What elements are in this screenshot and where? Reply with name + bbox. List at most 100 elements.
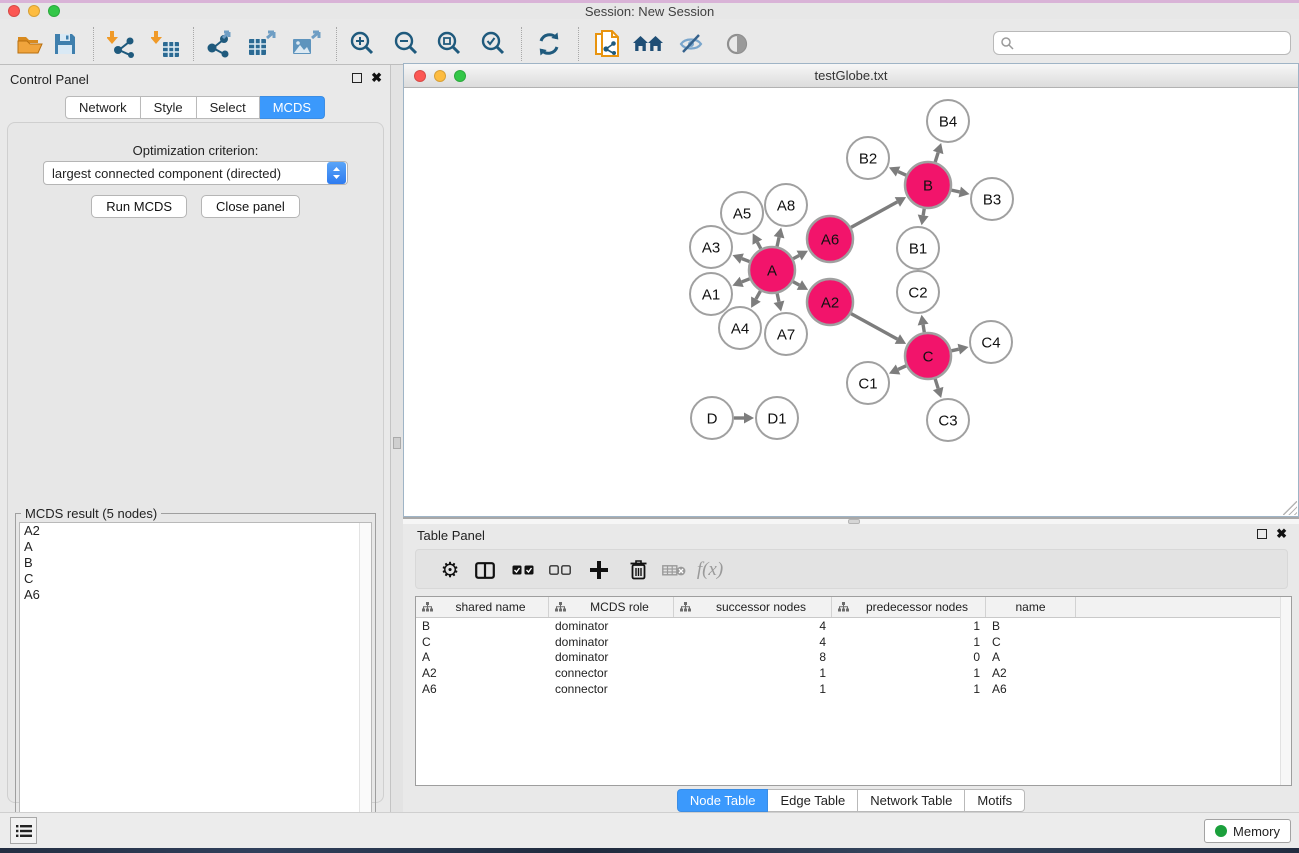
edge-A-A5[interactable] <box>757 242 760 249</box>
table-cell[interactable]: 1 <box>674 666 832 680</box>
splitter-grip[interactable] <box>393 437 401 449</box>
column-header-name[interactable]: name <box>986 597 1076 617</box>
tab-network-table[interactable]: Network Table <box>858 789 965 812</box>
edge-B-B3[interactable] <box>951 190 959 192</box>
table-cell[interactable]: 1 <box>832 682 986 696</box>
table-cell[interactable]: dominator <box>549 635 674 649</box>
close-panel-icon[interactable]: ✖ <box>371 73 382 83</box>
graph-node-C3[interactable]: C3 <box>927 399 969 441</box>
tab-network[interactable]: Network <box>65 96 141 119</box>
graph-node-D[interactable]: D <box>691 397 733 439</box>
refresh-button[interactable] <box>532 28 566 60</box>
edge-A2-C[interactable] <box>851 314 897 340</box>
network-window-titlebar[interactable]: testGlobe.txt <box>404 64 1298 88</box>
open-session-button[interactable] <box>13 28 47 60</box>
table-cell[interactable]: A6 <box>416 682 549 696</box>
tab-motifs[interactable]: Motifs <box>965 789 1025 812</box>
edge-A-A1[interactable] <box>742 279 750 282</box>
save-session-button[interactable] <box>48 28 82 60</box>
export-table-button[interactable] <box>245 28 279 60</box>
table-cell[interactable]: A <box>986 650 1076 664</box>
table-cell[interactable]: A2 <box>416 666 549 680</box>
network-graph-canvas[interactable]: B4B2BB3A5A8A6A3B1AC2A1A2A4A7C4CC1C3DD1 <box>404 88 1298 516</box>
graph-node-A3[interactable]: A3 <box>690 226 732 268</box>
edge-C-C2[interactable] <box>923 325 924 333</box>
export-network-button[interactable] <box>203 28 237 60</box>
hide-selected-button[interactable] <box>675 28 709 60</box>
tab-node-table[interactable]: Node Table <box>677 789 769 812</box>
tab-edge-table[interactable]: Edge Table <box>768 789 858 812</box>
graph-node-A4[interactable]: A4 <box>719 307 761 349</box>
graph-node-C4[interactable]: C4 <box>970 321 1012 363</box>
edge-A-A8[interactable] <box>777 237 779 246</box>
edge-C-C4[interactable] <box>951 349 958 351</box>
edge-A-A4[interactable] <box>756 291 760 299</box>
table-cell[interactable]: 8 <box>674 650 832 664</box>
edge-B-B1[interactable] <box>923 209 924 216</box>
table-cell[interactable]: A2 <box>986 666 1076 680</box>
column-header-MCDS-role[interactable]: MCDS role <box>549 597 674 617</box>
column-header-predecessor-nodes[interactable]: predecessor nodes <box>832 597 986 617</box>
edge-B-B2[interactable] <box>898 172 906 176</box>
column-header-successor-nodes[interactable]: successor nodes <box>674 597 832 617</box>
graph-node-B4[interactable]: B4 <box>927 100 969 142</box>
graph-node-A6[interactable]: A6 <box>807 216 853 262</box>
graph-node-B[interactable]: B <box>905 162 951 208</box>
graph-node-A1[interactable]: A1 <box>690 273 732 315</box>
task-history-button[interactable] <box>10 817 37 844</box>
show-column-button[interactable] <box>469 554 501 586</box>
import-table-button[interactable] <box>149 28 183 60</box>
vertical-splitter[interactable] <box>391 65 403 812</box>
table-cell[interactable]: 0 <box>832 650 986 664</box>
result-item[interactable]: C <box>20 571 371 587</box>
float-panel-icon[interactable] <box>1257 529 1267 539</box>
zoom-in-button[interactable] <box>345 28 379 60</box>
graph-node-A2[interactable]: A2 <box>807 279 853 325</box>
table-cell[interactable]: B <box>416 619 549 633</box>
duplicate-network-button[interactable] <box>590 28 624 60</box>
resize-grip-icon[interactable] <box>1283 501 1297 515</box>
table-cell[interactable]: 4 <box>674 619 832 633</box>
mcds-result-list[interactable]: A2ABCA6 <box>19 522 372 849</box>
zoom-fit-button[interactable] <box>432 28 466 60</box>
table-row[interactable]: Adominator80A <box>416 649 1291 665</box>
memory-button[interactable]: Memory <box>1204 819 1291 843</box>
table-row[interactable]: Cdominator41C <box>416 634 1291 650</box>
horizontal-splitter[interactable] <box>403 517 1299 524</box>
table-options-button[interactable]: ⚙ <box>434 554 466 586</box>
edge-A6-B[interactable] <box>851 202 897 228</box>
graph-node-A8[interactable]: A8 <box>765 184 807 226</box>
result-item[interactable]: A6 <box>20 587 371 603</box>
close-panel-icon[interactable]: ✖ <box>1276 529 1287 539</box>
table-cell[interactable]: 1 <box>832 619 986 633</box>
result-item[interactable]: A <box>20 539 371 555</box>
run-mcds-button[interactable]: Run MCDS <box>91 195 187 218</box>
table-cell[interactable]: connector <box>549 666 674 680</box>
table-cell[interactable]: A6 <box>986 682 1076 696</box>
column-header-shared-name[interactable]: shared name <box>416 597 549 617</box>
graph-node-B1[interactable]: B1 <box>897 227 939 269</box>
add-row-button[interactable] <box>583 554 615 586</box>
graph-node-A[interactable]: A <box>749 247 795 293</box>
graph-node-A7[interactable]: A7 <box>765 313 807 355</box>
zoom-selected-button[interactable] <box>476 28 510 60</box>
tab-select[interactable]: Select <box>197 96 260 119</box>
search-field[interactable] <box>993 31 1291 55</box>
select-all-button[interactable] <box>507 554 539 586</box>
delete-row-button[interactable] <box>622 554 654 586</box>
show-all-button[interactable] <box>720 28 754 60</box>
table-cell[interactable]: dominator <box>549 650 674 664</box>
graph-node-C[interactable]: C <box>905 333 951 379</box>
edge-A-A2[interactable] <box>793 282 799 285</box>
result-scrollbar[interactable] <box>359 523 371 848</box>
tab-style[interactable]: Style <box>141 96 197 119</box>
edge-C-C1[interactable] <box>898 366 906 370</box>
optimization-criterion-select[interactable]: largest connected component (directed) <box>43 161 348 185</box>
table-cell[interactable]: 1 <box>832 635 986 649</box>
home-button[interactable] <box>631 28 665 60</box>
graph-node-B3[interactable]: B3 <box>971 178 1013 220</box>
table-cell[interactable]: C <box>986 635 1076 649</box>
table-cell[interactable]: connector <box>549 682 674 696</box>
result-item[interactable]: A2 <box>20 523 371 539</box>
table-row[interactable]: A6connector11A6 <box>416 681 1291 697</box>
